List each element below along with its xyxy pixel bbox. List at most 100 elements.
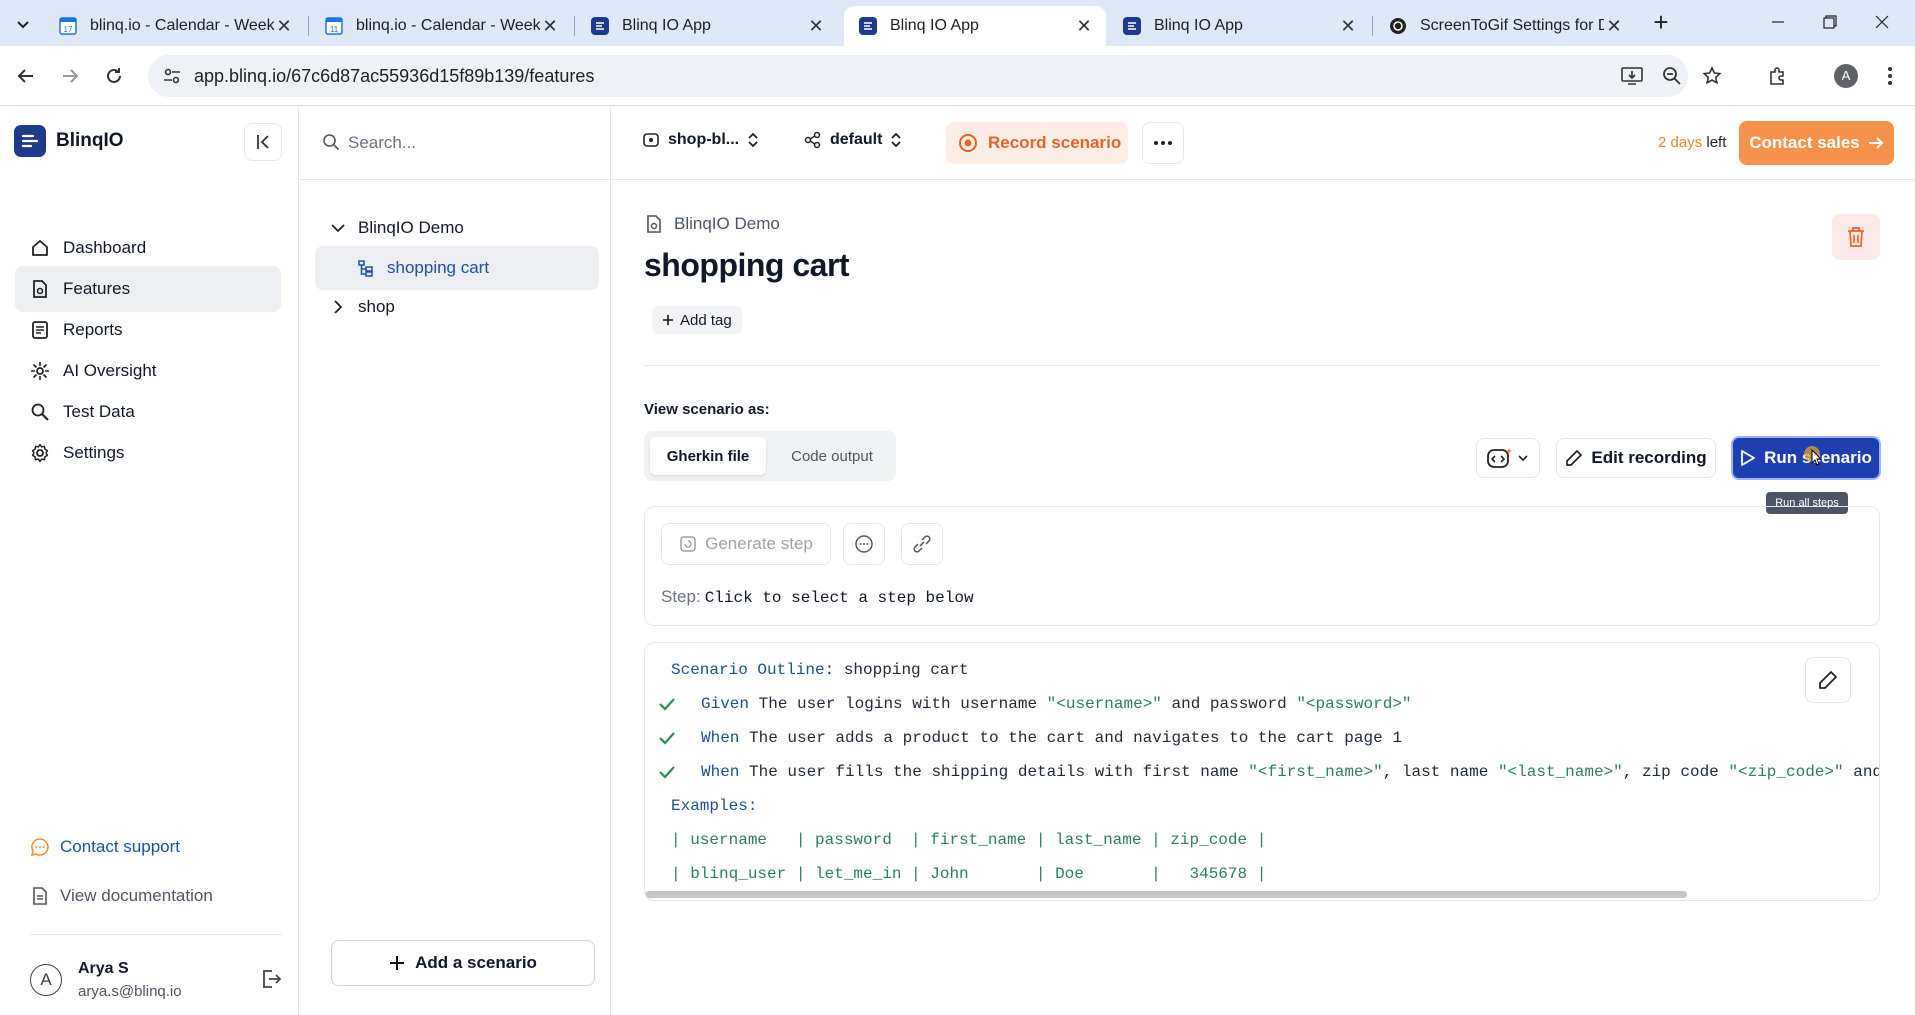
logout-icon[interactable] [260,968,284,992]
browser-tab-3[interactable]: Blinq IO App ✕ [576,6,838,46]
zoom-icon[interactable] [1660,65,1684,87]
minimize-icon[interactable] [1756,8,1800,36]
contact-support-link[interactable]: Contact support [30,837,180,857]
sidebar-item-dashboard[interactable]: Dashboard [15,225,281,271]
step-text: The user fills the shipping details with… [739,763,1249,781]
tree-item-shopping-cart[interactable]: shopping cart [315,246,599,290]
gherkin-step[interactable]: Given The user logins with username "<us… [701,695,1412,713]
generate-step-button[interactable]: Generate step [661,523,831,565]
tab-gherkin-file[interactable]: Gherkin file [650,437,766,475]
kebab-menu-icon[interactable] [1876,62,1904,90]
step-text: The user adds a product to the cart and … [739,729,1402,747]
site-settings-icon[interactable] [162,66,182,86]
add-scenario-button[interactable]: Add a scenario [331,940,595,986]
folder-label: shop [358,297,395,316]
project-icon [642,131,660,149]
environment-selector[interactable]: default [804,131,902,149]
address-bar[interactable]: app.blinq.io/67c6d87ac55936d15f89b139/fe… [148,55,1722,97]
close-tab-icon[interactable]: ✕ [1338,16,1358,36]
browser-tab-1[interactable]: 17 blinq.io - Calendar - Week ✕ [44,6,306,46]
tree-folder-shop[interactable]: shop [330,297,395,317]
tab-title: Blinq IO App [890,17,979,34]
restore-icon[interactable] [1808,8,1852,36]
close-window-icon[interactable] [1860,8,1904,36]
browser-tab-5[interactable]: Blinq IO App ✕ [1108,6,1370,46]
bookmark-star-icon[interactable] [1700,65,1724,87]
divider [644,365,1880,366]
project-selector[interactable]: shop-bl... [642,131,759,149]
tab-title: Blinq IO App [622,17,711,34]
breadcrumb[interactable]: BlinqIO Demo [644,214,780,234]
chevron-right-icon[interactable] [330,299,346,315]
profile-avatar[interactable]: A [1834,64,1858,88]
horizontal-scrollbar[interactable] [645,891,1687,898]
gherkin-step[interactable]: When The user adds a product to the cart… [701,729,1402,747]
play-icon [1740,449,1756,467]
keyword: Given [701,695,750,713]
generate-step-label: Generate step [705,534,813,553]
close-tab-icon[interactable]: ✕ [806,16,826,36]
close-tab-icon[interactable]: ✕ [1604,16,1624,36]
search-input[interactable] [348,127,588,159]
brand[interactable]: BlinqIO [14,125,124,157]
install-app-icon[interactable] [1620,65,1644,87]
home-icon [29,237,51,259]
search-icon [322,133,342,153]
close-tab-icon[interactable]: ✕ [1074,16,1094,36]
tab-search-chevron-icon[interactable] [10,11,36,37]
record-icon [958,133,978,153]
sidebar-item-settings[interactable]: Settings [15,430,281,476]
mouse-cursor-icon [1804,446,1830,476]
view-mode-toggle: Gherkin file Code output [644,431,896,481]
record-scenario-button[interactable]: Record scenario [946,122,1128,164]
tree-folder-blinqio-demo[interactable]: BlinqIO Demo [330,218,464,238]
sidebar-item-test-data[interactable]: Test Data [15,389,281,435]
browser-tab-6[interactable]: ScreenToGif Settings for De ✕ [1374,6,1636,46]
edit-gherkin-button[interactable] [1805,657,1851,703]
environment-label: default [830,131,883,148]
keyword: Scenario Outline [671,661,825,679]
sidebar-item-features[interactable]: Features [15,266,281,312]
sidebar-item-ai-oversight[interactable]: AI Oversight [15,348,281,394]
main-topbar: shop-bl... default Record scenario 2 day… [612,107,1915,180]
blinq-favicon [1122,16,1142,36]
user-avatar[interactable]: A [30,964,62,996]
chevron-down-icon[interactable] [330,220,346,236]
chevron-down-icon [1517,452,1529,464]
collapse-sidebar-button[interactable] [244,123,282,161]
environment-icon [804,131,822,149]
ai-oversight-icon [29,360,51,382]
reload-icon[interactable] [100,62,128,90]
step-param: "<username>" [1046,695,1162,713]
user-email: arya.s@blinq.io [78,983,182,1000]
browser-tab-4-active[interactable]: Blinq IO App ✕ [844,6,1106,46]
step-text: , zip code [1622,763,1729,781]
comment-button[interactable] [843,523,885,565]
close-tab-icon[interactable]: ✕ [540,16,560,36]
add-tag-button[interactable]: Add tag [652,306,742,334]
feature-tree-panel: BlinqIO Demo shopping cart shop Add a sc… [300,107,611,1015]
back-arrow-icon[interactable] [12,62,40,90]
extensions-puzzle-icon[interactable] [1764,62,1792,90]
code-generator-dropdown[interactable] [1476,438,1540,478]
tab-title: blinq.io - Calendar - Week [356,17,540,34]
trial-suffix: left [1706,134,1727,151]
edit-recording-button[interactable]: Edit recording [1556,438,1716,478]
close-tab-icon[interactable]: ✕ [274,16,294,36]
forward-arrow-icon[interactable] [56,62,84,90]
breadcrumb-label: BlinqIO Demo [674,214,780,233]
contact-sales-button[interactable]: Contact sales [1739,121,1894,165]
sidebar-item-reports[interactable]: Reports [15,307,281,353]
gherkin-step[interactable]: When The user fills the shipping details… [701,763,1879,781]
more-options-button[interactable] [1142,122,1184,164]
updown-chevron-icon [747,131,759,149]
delete-feature-button[interactable] [1832,214,1880,260]
browser-tab-2[interactable]: 11 blinq.io - Calendar - Week ✕ [310,6,572,46]
new-tab-icon[interactable]: + [1648,9,1674,36]
scenario-outline-line[interactable]: Scenario Outline: shopping cart [671,661,969,679]
view-documentation-link[interactable]: View documentation [30,886,213,906]
tab-title: Blinq IO App [1154,17,1243,34]
tab-code-output[interactable]: Code output [774,437,890,475]
link-button[interactable] [901,523,943,565]
blinq-logo-icon [14,125,46,157]
